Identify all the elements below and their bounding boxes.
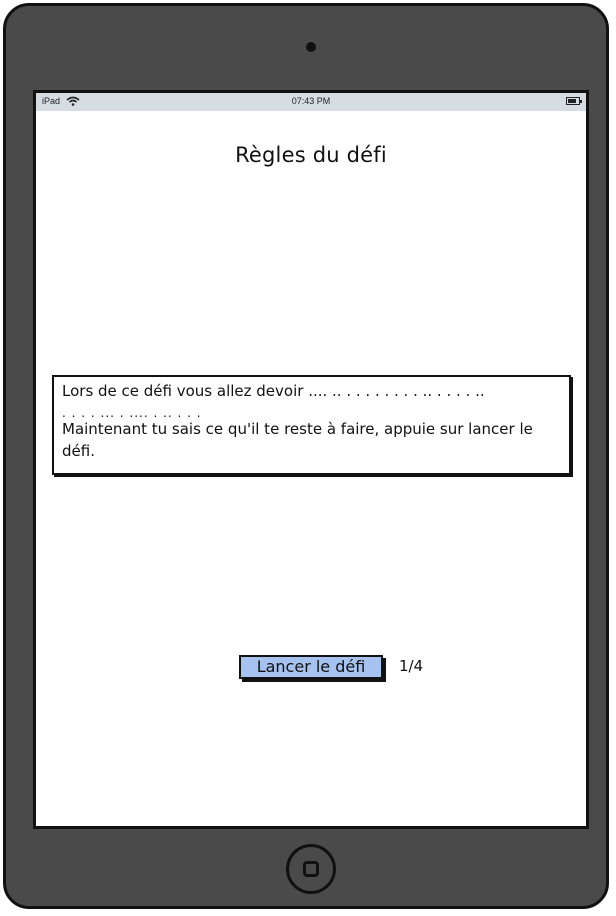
status-bar: iPad 07:43 PM <box>36 93 586 111</box>
home-button-icon <box>303 861 319 877</box>
screen: iPad 07:43 PM Règles du défi Lors de ce … <box>33 90 589 829</box>
rules-line-1: Lors de ce défi vous allez devoir .... .… <box>62 382 485 400</box>
status-time: 07:43 PM <box>291 96 331 106</box>
page-counter: 1/4 <box>399 657 424 675</box>
battery-icon <box>566 97 582 105</box>
rules-text-box: Lors de ce défi vous allez devoir .... .… <box>52 375 571 475</box>
launch-challenge-button[interactable]: Lancer le défi <box>239 655 383 679</box>
rules-line-2: . . . . ... . .... . .. . . . <box>62 406 202 418</box>
ipad-frame: iPad 07:43 PM Règles du défi Lors de ce … <box>3 3 609 909</box>
camera-dot <box>306 42 316 52</box>
home-button[interactable] <box>286 844 336 894</box>
rules-line-3: Maintenant tu sais ce qu'il te reste à f… <box>62 420 533 460</box>
page-title: Règles du défi <box>235 143 387 167</box>
